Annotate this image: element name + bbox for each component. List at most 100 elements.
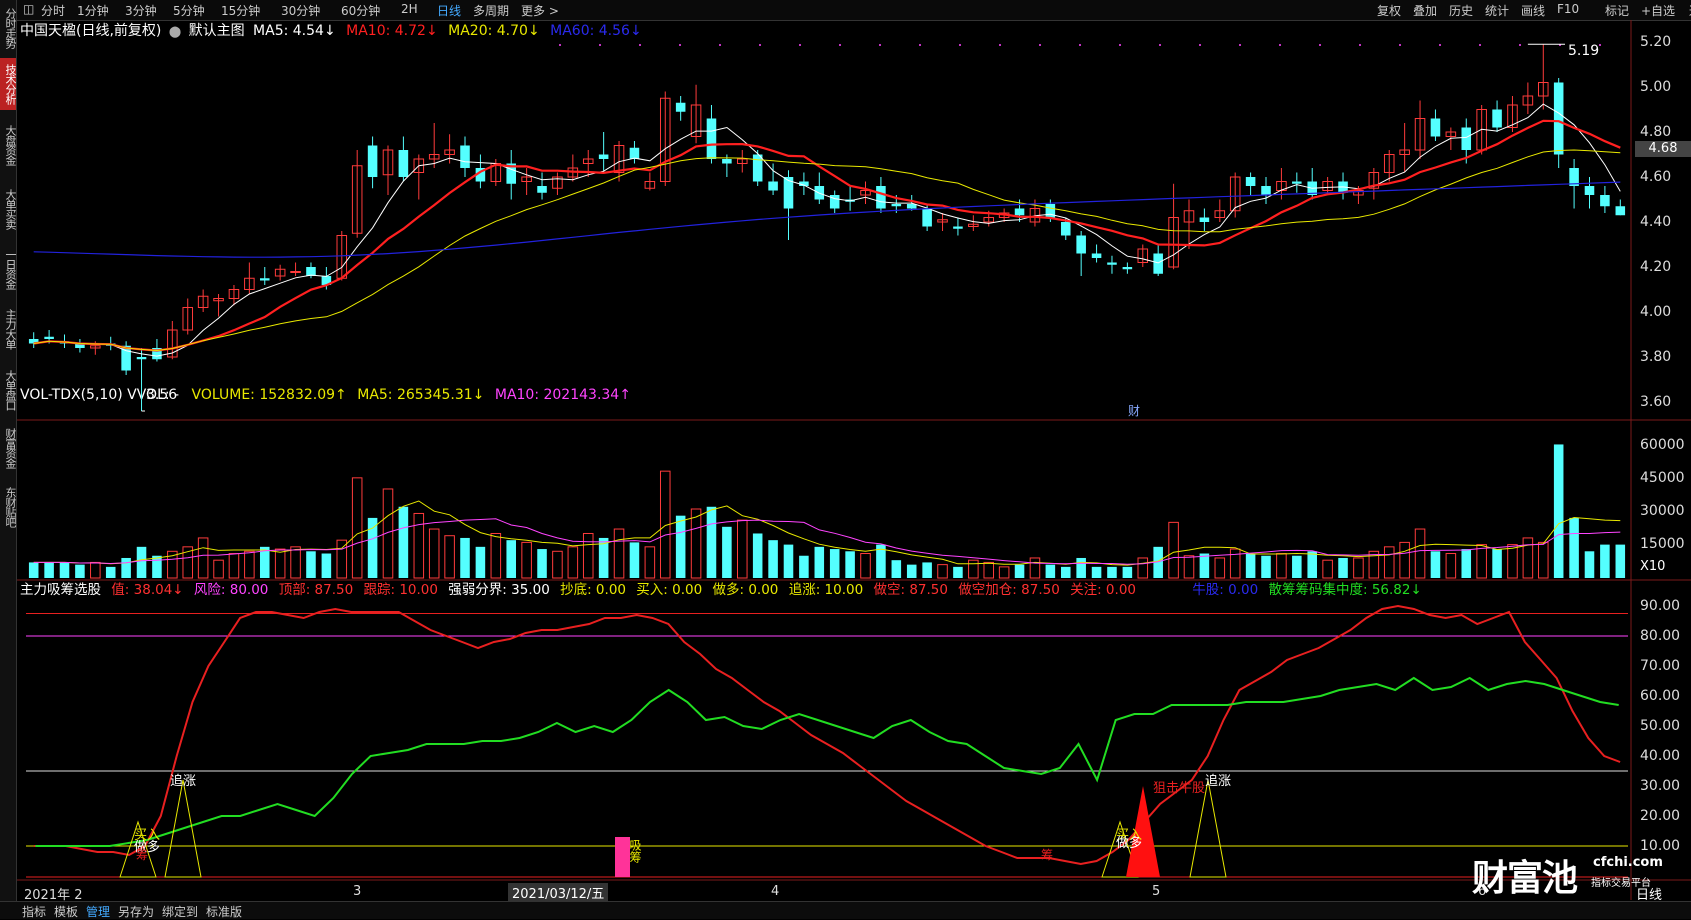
- axis-tick-label: 60000: [1640, 437, 1685, 453]
- candle-body: [675, 102, 686, 112]
- volume-bar: [891, 560, 902, 578]
- volume-bar: [367, 517, 378, 578]
- volume-bar: [136, 546, 147, 578]
- volume-bar: [336, 539, 348, 579]
- candle-body: [768, 181, 778, 191]
- signal-zujiniu: 狙击牛股: [1153, 781, 1206, 796]
- ma60-line: [33, 181, 1621, 258]
- volume-bar: [1569, 517, 1579, 578]
- grid-dot: [1079, 44, 1081, 46]
- axis-tick-label: 3.60: [1640, 394, 1672, 410]
- volume-bar: [306, 551, 316, 578]
- volume-bar: [537, 549, 547, 578]
- grid-dot: [999, 44, 1001, 46]
- volume-bar: [1584, 551, 1595, 578]
- x-axis-month-5: 5: [1152, 884, 1161, 899]
- axis-tick-label: 90.00: [1640, 598, 1681, 614]
- candle-body: [1292, 181, 1302, 184]
- grid-dot: [839, 44, 841, 46]
- candle-body: [1492, 109, 1502, 128]
- axis-tick-label: 40.00: [1640, 748, 1681, 764]
- volume-bar: [75, 564, 85, 578]
- volume-bar: [1214, 557, 1226, 579]
- candle-body: [629, 147, 640, 159]
- grid-dot: [559, 44, 561, 46]
- candle-body: [1014, 208, 1025, 216]
- candle-body: [537, 186, 547, 193]
- volume-bar: [398, 506, 409, 578]
- volume-bar: [1060, 566, 1071, 578]
- grid-dot: [1519, 44, 1521, 46]
- volume-bar: [968, 559, 979, 579]
- volume-bar: [937, 564, 948, 579]
- volume-bar: [1183, 555, 1195, 579]
- candle-body: [1107, 262, 1117, 265]
- volume-bar: [737, 519, 748, 579]
- grid-dot: [799, 44, 801, 46]
- volume-bar: [1538, 541, 1549, 579]
- volume-bar: [1199, 553, 1210, 578]
- candle-body: [398, 150, 409, 177]
- candle-body: [598, 154, 609, 159]
- cai-marker[interactable]: 财: [1128, 402, 1140, 419]
- axis-tick-label: 4.80: [1640, 124, 1672, 140]
- volume-bar: [690, 508, 702, 579]
- volume-bar: [444, 535, 455, 579]
- candle-body: [876, 186, 886, 209]
- candle-body: [922, 208, 932, 227]
- volume-bar: [28, 562, 39, 578]
- grid-dot: [1359, 44, 1361, 46]
- current-price-label: 4.68: [1635, 141, 1691, 157]
- axis-tick-label: 4.20: [1640, 259, 1672, 275]
- signal-xichou: 吸筹: [628, 839, 642, 863]
- volume-bar: [582, 532, 594, 579]
- volume-bar: [860, 553, 871, 579]
- axis-tick-label: 45000: [1640, 470, 1685, 486]
- volume-bar: [1414, 528, 1426, 579]
- bottom-tab-5[interactable]: 标准版: [206, 903, 242, 920]
- volume-bar: [768, 540, 778, 578]
- axis-tick-label: 4.60: [1640, 169, 1672, 185]
- volume-bar: [1322, 559, 1333, 579]
- volume-bar: [783, 544, 794, 578]
- volume-bar: [521, 541, 532, 579]
- volume-bar: [1507, 544, 1518, 579]
- candle-body: [1091, 253, 1102, 258]
- bottom-tab-0[interactable]: 指标: [22, 903, 46, 920]
- axis-tick-label: 20.00: [1640, 808, 1681, 824]
- candle-body: [706, 118, 717, 159]
- indicator-axis: 90.00 80.00 70.00 60.00 50.00 40.00 30.00 20.00…: [1632, 590, 1691, 890]
- volume-bar: [1091, 566, 1102, 578]
- volume-bar: [1168, 521, 1179, 579]
- volume-bar: [752, 533, 763, 578]
- bottom-tab-1[interactable]: 模板: [54, 903, 78, 920]
- volume-bar: [1353, 557, 1364, 579]
- axis-tick-label: 60.00: [1640, 688, 1681, 704]
- stock-chart[interactable]: [0, 0, 1691, 900]
- candle-body: [1060, 222, 1071, 236]
- volume-bar: [59, 562, 70, 578]
- bottom-toolbar: 指标 模板 管理 另存为 绑定到 标准版: [0, 901, 1691, 919]
- axis-tick-label: 5.00: [1640, 79, 1672, 95]
- bottom-tab-3[interactable]: 另存为: [118, 903, 154, 920]
- grid-dot: [1319, 44, 1321, 46]
- vol-ma10-line: [33, 518, 1621, 565]
- candle-body: [460, 145, 470, 168]
- grid-dot: [719, 44, 721, 46]
- volume-bar: [1492, 549, 1502, 578]
- volume-bar: [1399, 541, 1410, 579]
- volume-bar: [1383, 546, 1395, 579]
- bottom-tab-2[interactable]: 管理: [86, 903, 110, 920]
- volume-bar: [1307, 551, 1317, 578]
- signal-chou-a: 筹: [1041, 848, 1054, 862]
- candle-body: [1615, 206, 1626, 216]
- grid-dot: [599, 44, 601, 46]
- volume-bar: [1014, 564, 1025, 578]
- volume-bar: [105, 566, 116, 578]
- ma10-line: [33, 119, 1621, 352]
- grid-dot: [639, 44, 641, 46]
- volume-bar: [953, 566, 963, 578]
- grid-dot: [1119, 44, 1121, 46]
- bottom-tab-4[interactable]: 绑定到: [162, 903, 198, 920]
- grid-dot: [1159, 44, 1161, 46]
